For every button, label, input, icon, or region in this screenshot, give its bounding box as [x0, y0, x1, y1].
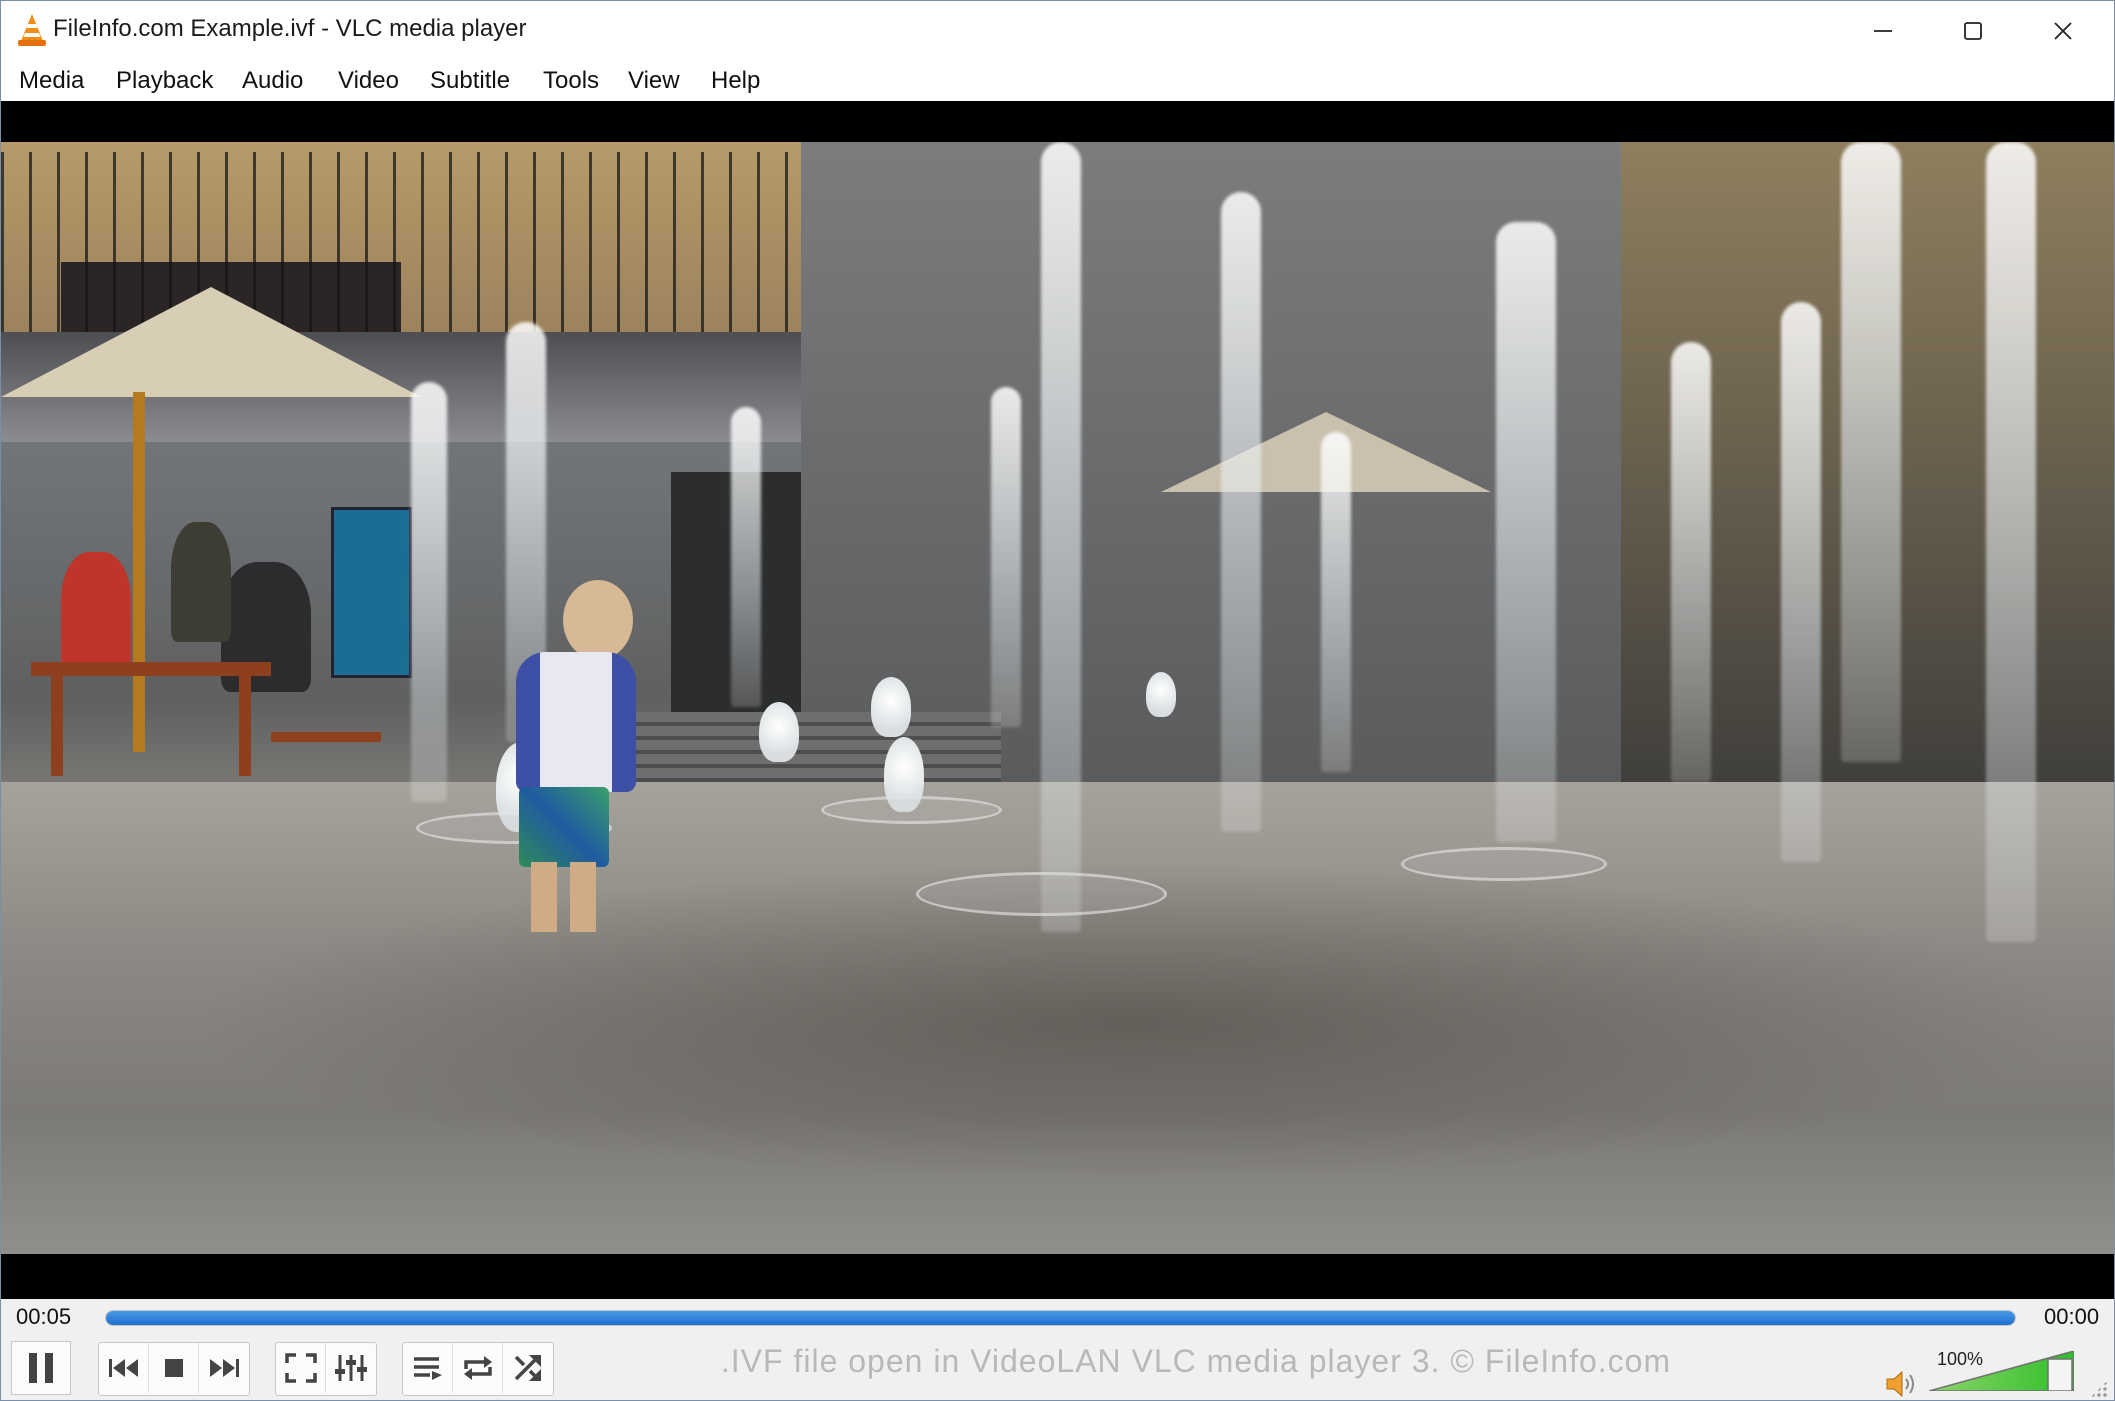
fountain-spout: [759, 702, 799, 762]
balcony-railing: [1, 152, 801, 336]
elapsed-time[interactable]: 00:05: [16, 1304, 71, 1330]
status-text: .IVF file open in VideoLAN VLC media pla…: [720, 1343, 1672, 1379]
menu-playback[interactable]: Playback: [116, 65, 213, 97]
shuffle-button[interactable]: [503, 1343, 553, 1393]
minimize-icon: [1874, 30, 1892, 32]
child-legs: [531, 862, 596, 932]
previous-button[interactable]: [99, 1343, 149, 1393]
fountain-jet: [991, 387, 1021, 727]
fountain-drain: [821, 796, 1002, 824]
fountain-jet: [1221, 192, 1261, 832]
menu-subtitle[interactable]: Subtitle: [430, 65, 510, 97]
fountain-jet: [1841, 142, 1901, 762]
transport-group: [98, 1342, 250, 1396]
vlc-cone-icon: [18, 14, 46, 46]
title-bar[interactable]: FileInfo.com Example.ivf - VLC media pla…: [1, 1, 2114, 61]
menu-audio[interactable]: Audio: [242, 65, 303, 97]
fountain-drain: [916, 872, 1167, 916]
vlc-window: FileInfo.com Example.ivf - VLC media pla…: [0, 0, 2115, 1401]
window-title: FileInfo.com Example.ivf - VLC media pla…: [53, 15, 527, 42]
fountain-spout: [1146, 672, 1176, 717]
shuffle-icon: [514, 1355, 541, 1381]
extended-settings-button[interactable]: [326, 1343, 376, 1393]
bench: [271, 732, 381, 802]
control-bar: 00:05 00:00 .IVF file open in VideoLAN V…: [1, 1299, 2114, 1400]
resize-grip[interactable]: [2090, 1380, 2108, 1398]
equalizer-icon: [335, 1355, 367, 1381]
fountain-jet: [1321, 432, 1351, 772]
speaker-icon[interactable]: [1885, 1369, 1919, 1399]
remaining-time[interactable]: 00:00: [2044, 1304, 2099, 1330]
seek-progress: [106, 1311, 2015, 1325]
volume-slider[interactable]: 100%: [1929, 1349, 2077, 1397]
poster-board: [331, 507, 412, 678]
standing-person: [171, 522, 231, 642]
fountain-jet: [731, 407, 761, 707]
menu-bar: Media Playback Audio Video Subtitle Tool…: [1, 61, 2114, 101]
playlist-icon: [413, 1357, 442, 1380]
stop-icon: [164, 1359, 183, 1377]
picnic-table: [31, 662, 271, 786]
seated-person: [61, 552, 131, 672]
pause-icon: [29, 1353, 53, 1383]
fountain-jet: [411, 382, 447, 802]
close-button[interactable]: [2018, 1, 2108, 61]
minimize-button[interactable]: [1838, 1, 1928, 61]
loop-icon: [463, 1356, 492, 1380]
video-frame: [1, 142, 2114, 1254]
close-icon: [2054, 22, 2072, 40]
fountain-jet: [1781, 302, 1821, 862]
fountain-jet: [1986, 142, 2036, 942]
skip-next-icon: [210, 1359, 239, 1377]
menu-tools[interactable]: Tools: [543, 65, 599, 97]
playlist-button[interactable]: [403, 1343, 453, 1393]
menu-media[interactable]: Media: [19, 65, 84, 97]
playlist-group: [402, 1342, 554, 1396]
fountain-jet: [1496, 222, 1556, 842]
maximize-button[interactable]: [1928, 1, 2018, 61]
child-shorts: [519, 787, 609, 867]
skip-previous-icon: [108, 1359, 138, 1377]
fountain-jet: [1041, 142, 1081, 932]
view-group: [275, 1342, 377, 1396]
menu-video[interactable]: Video: [338, 65, 399, 97]
menu-help[interactable]: Help: [711, 65, 760, 97]
next-button[interactable]: [199, 1343, 249, 1393]
fullscreen-button[interactable]: [276, 1343, 326, 1393]
child-shirt: [516, 652, 636, 792]
fountain-jet: [1671, 342, 1711, 782]
loop-button[interactable]: [453, 1343, 503, 1393]
pause-button[interactable]: [11, 1341, 71, 1395]
maximize-icon: [1964, 22, 1982, 40]
volume-outline: [1929, 1351, 2074, 1391]
wet-pavement: [181, 862, 2081, 1182]
fountain-drain: [1401, 847, 1607, 881]
stairs: [601, 712, 1001, 782]
video-surface[interactable]: [1, 101, 2114, 1299]
child-head: [563, 580, 633, 660]
stop-button[interactable]: [149, 1343, 199, 1393]
fountain-spout: [871, 677, 911, 737]
seek-slider[interactable]: [105, 1310, 2016, 1326]
menu-view[interactable]: View: [628, 65, 680, 97]
fullscreen-icon: [284, 1353, 317, 1383]
